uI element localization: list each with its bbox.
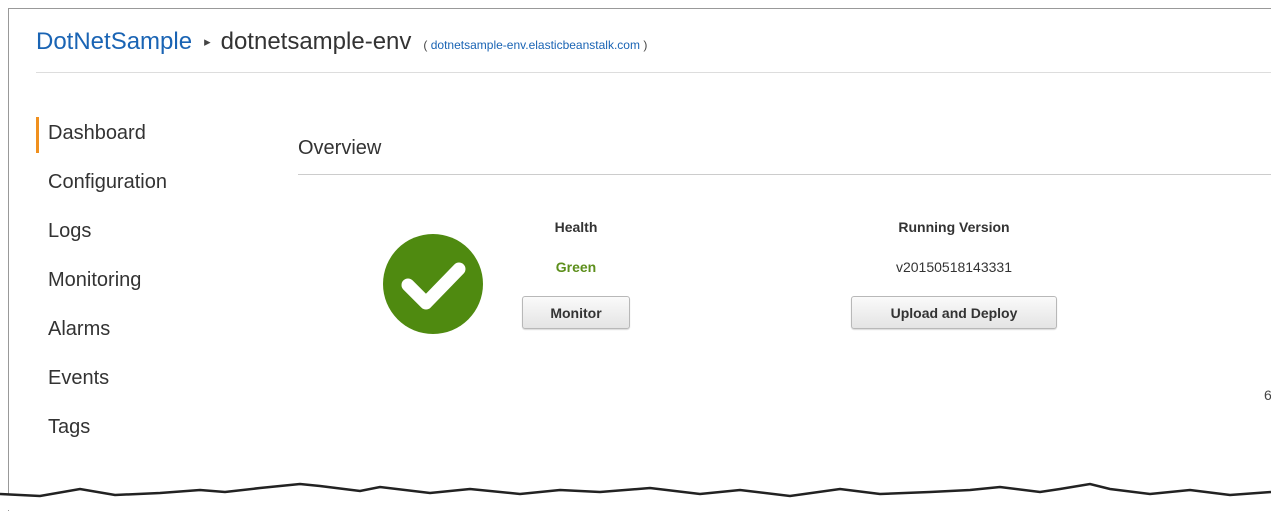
health-status: Green: [555, 259, 597, 275]
running-version-label: Running Version: [898, 219, 1010, 235]
breadcrumb-separator-icon: ▸: [204, 34, 211, 49]
environment-url-wrapper: ( dotnetsample-env.elasticbeanstalk.com …: [423, 38, 647, 52]
cut-off-text: 6: [1264, 387, 1271, 403]
torn-edge-decoration: [0, 482, 1271, 510]
health-label: Health: [554, 219, 598, 235]
overview-heading: Overview: [298, 137, 382, 159]
url-open-paren: (: [423, 38, 428, 52]
check-circle-icon: [383, 234, 483, 334]
url-close-paren: ): [643, 38, 648, 52]
monitor-button[interactable]: Monitor: [522, 296, 630, 329]
sidebar-item-alarms[interactable]: Alarms: [36, 311, 236, 360]
breadcrumb: DotNetSample ▸ dotnetsample-env ( dotnet…: [36, 28, 647, 56]
sidebar-nav: Dashboard Configuration Logs Monitoring …: [36, 115, 236, 458]
overview-divider: [298, 174, 1271, 175]
sidebar-item-dashboard[interactable]: Dashboard: [36, 115, 236, 164]
running-version-value: v20150518143331: [895, 259, 1012, 275]
sidebar-item-events[interactable]: Events: [36, 360, 236, 409]
sidebar-item-logs[interactable]: Logs: [36, 213, 236, 262]
sidebar-item-monitoring[interactable]: Monitoring: [36, 262, 236, 311]
header-divider: [36, 72, 1271, 73]
environment-name: dotnetsample-env: [220, 28, 412, 55]
environment-url-link[interactable]: dotnetsample-env.elasticbeanstalk.com: [431, 38, 640, 52]
upload-and-deploy-button[interactable]: Upload and Deploy: [851, 296, 1057, 329]
sidebar-item-tags[interactable]: Tags: [36, 409, 236, 458]
application-name-link[interactable]: DotNetSample: [36, 28, 192, 56]
sidebar-item-configuration[interactable]: Configuration: [36, 164, 236, 213]
